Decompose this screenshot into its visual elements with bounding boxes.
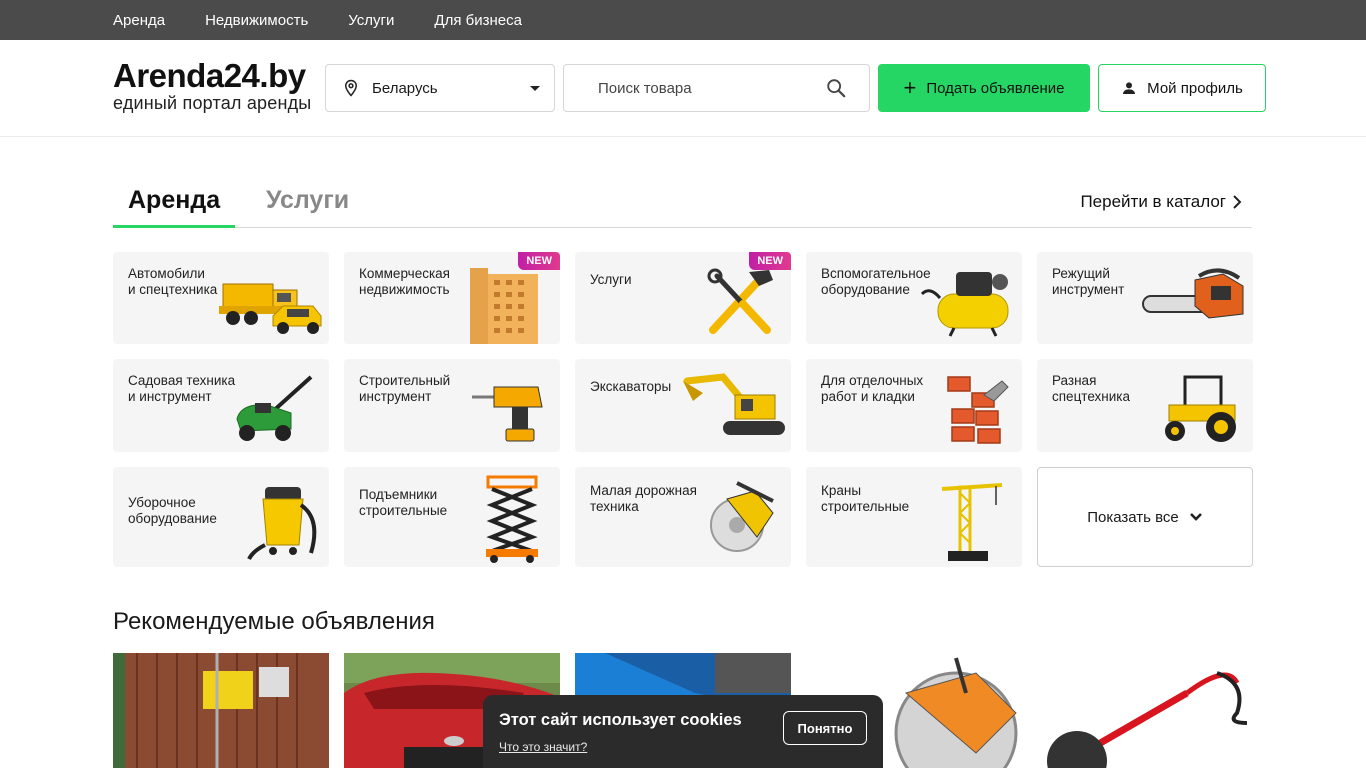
building-icon: [470, 268, 538, 344]
hammer-wrench-icon: [707, 268, 773, 334]
profile-label: Мой профиль: [1147, 79, 1243, 97]
category-card-excavators[interactable]: Экскаваторы: [575, 359, 791, 452]
top-nav-business[interactable]: Для бизнеса: [434, 12, 522, 29]
chevron-down-icon: [1189, 513, 1202, 521]
category-label: Строительный инструмент: [359, 373, 451, 404]
region-value: Беларусь: [372, 79, 438, 97]
cookie-banner: Этот сайт использует cookies Что это зна…: [483, 695, 883, 768]
category-label: Краны строительные: [821, 483, 910, 514]
drill-icon: [472, 386, 543, 442]
chevron-right-icon: [1233, 195, 1242, 209]
compressor-icon: [920, 272, 1009, 337]
category-card-misc-machinery[interactable]: Разная спецтехника: [1037, 359, 1253, 452]
tractor-icon: [1165, 375, 1236, 442]
show-all-button[interactable]: Показать все: [1037, 467, 1253, 567]
user-icon: [1123, 82, 1136, 94]
dump-truck-icon: [219, 283, 322, 334]
location-pin-icon: [344, 79, 358, 97]
category-label: Услуги: [590, 272, 632, 287]
top-nav: Аренда Недвижимость Услуги Для бизнеса: [0, 0, 1366, 40]
logo-subtitle: единый портал аренды: [113, 93, 312, 113]
category-card-garden[interactable]: Садовая техника и инструмент: [113, 359, 329, 452]
category-card-construction-tools[interactable]: Строительный инструмент: [344, 359, 560, 452]
category-card-finishing[interactable]: Для отделочных работ и кладки: [806, 359, 1022, 452]
category-card-lifts[interactable]: Подъемники строительные: [344, 467, 560, 567]
plus-icon: +: [903, 75, 917, 100]
top-nav-realty[interactable]: Недвижимость: [205, 12, 308, 29]
ad-card-sander[interactable]: [1037, 653, 1253, 768]
category-card-vehicles[interactable]: Автомобили и спецтехника: [113, 252, 329, 344]
post-ad-button[interactable]: + Подать объявление: [878, 64, 1090, 112]
catalog-link-label: Перейти в каталог: [1080, 192, 1226, 211]
cookie-info-link[interactable]: Что это значит?: [499, 740, 587, 754]
profile-button[interactable]: Мой профиль: [1098, 64, 1266, 112]
road-saw-icon: [710, 481, 774, 552]
category-label: Малая дорожная техника: [590, 483, 697, 514]
lawn-mower-icon: [236, 375, 313, 441]
category-label: Подъемники строительные: [359, 487, 448, 518]
category-card-auxiliary[interactable]: Вспомогательное оборудование: [806, 252, 1022, 344]
search-icon[interactable]: [825, 77, 847, 99]
search-box: [563, 64, 870, 112]
tower-crane-icon: [941, 483, 1003, 561]
category-label: Уборочное оборудование: [128, 495, 217, 526]
category-tabs: Аренда Услуги Перейти в каталог: [113, 180, 1252, 228]
logo-title: Arenda24.by: [113, 57, 306, 94]
vacuum-cleaner-icon: [247, 487, 317, 560]
category-card-cranes[interactable]: Краны строительные: [806, 467, 1022, 567]
header: Arenda24.by единый портал аренды Беларус…: [0, 40, 1366, 137]
chevron-down-icon: [530, 85, 540, 91]
scissor-lift-icon: [486, 475, 538, 563]
top-nav-rent[interactable]: Аренда: [113, 12, 165, 29]
search-input[interactable]: [598, 79, 825, 97]
category-card-road-equipment[interactable]: Малая дорожная техника: [575, 467, 791, 567]
category-label: Коммерческая недвижимость: [359, 266, 450, 297]
ad-card-container[interactable]: [113, 653, 329, 768]
bricks-icon: [947, 376, 1009, 444]
tab-services[interactable]: Услуги: [251, 180, 364, 228]
category-label: Садовая техника и инструмент: [128, 373, 236, 404]
logo[interactable]: Arenda24.by единый портал аренды: [113, 57, 312, 114]
cookie-title: Этот сайт использует cookies: [499, 711, 742, 729]
category-card-services[interactable]: Услуги NEW: [575, 252, 791, 344]
post-ad-label: Подать объявление: [926, 79, 1065, 97]
tab-rent[interactable]: Аренда: [113, 180, 235, 228]
recommended-title: Рекомендуемые объявления: [113, 608, 435, 635]
cookie-accept-button[interactable]: Понятно: [783, 711, 867, 745]
ad-image-container: [113, 653, 329, 768]
category-card-cutting[interactable]: Режущий инструмент: [1037, 252, 1253, 344]
category-card-commercial-realty[interactable]: Коммерческая недвижимость NEW: [344, 252, 560, 344]
chainsaw-icon: [1142, 268, 1244, 319]
category-card-cleaning[interactable]: Уборочное оборудование: [113, 467, 329, 567]
region-select[interactable]: Беларусь: [325, 64, 555, 112]
category-label: Для отделочных работ и кладки: [821, 373, 924, 404]
ad-image-sander: [1037, 653, 1253, 768]
show-all-label: Показать все: [1087, 508, 1179, 526]
excavator-icon: [683, 373, 785, 435]
category-label: Разная спецтехника: [1052, 373, 1131, 404]
top-nav-services[interactable]: Услуги: [348, 12, 394, 29]
catalog-link[interactable]: Перейти в каталог: [1080, 192, 1242, 212]
